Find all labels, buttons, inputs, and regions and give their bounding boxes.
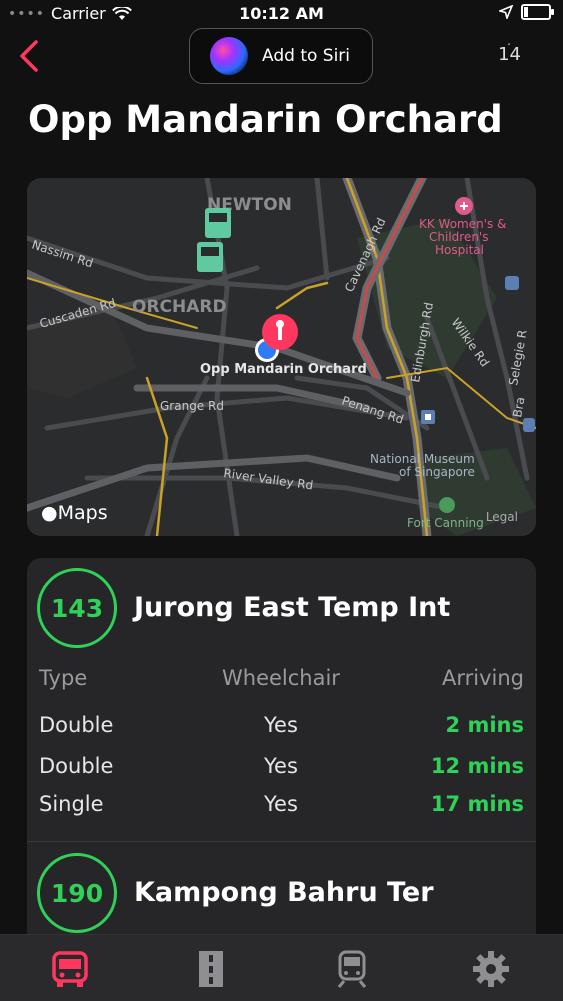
arrival-time: 12 mins <box>430 754 524 778</box>
maps-logo-label: Maps <box>57 502 108 524</box>
route-destination: Jurong East Temp Int <box>134 592 451 623</box>
road-icon[interactable] <box>191 949 231 989</box>
gear-icon[interactable] <box>471 949 511 989</box>
location-arrow-icon <box>499 5 513 19</box>
bus-type: Double <box>39 713 114 737</box>
map-label-kk1: KK Women's & <box>419 217 506 231</box>
add-to-siri-label: Add to Siri <box>262 46 351 66</box>
row-divider <box>27 841 536 842</box>
back-chevron-icon[interactable] <box>14 36 44 76</box>
battery-icon <box>521 4 554 20</box>
top-bar: Add to Siri . 14 <box>0 26 563 88</box>
page-title: Opp Mandarin Orchard <box>28 98 503 141</box>
column-header-wheelchair: Wheelchair <box>222 666 340 690</box>
wheelchair-status: Yes <box>264 792 298 816</box>
bus-type: Single <box>39 792 104 816</box>
tab-bar <box>0 934 563 1001</box>
apple-logo-icon: ● <box>41 502 58 524</box>
wheelchair-status: Yes <box>264 754 298 778</box>
map-label-kk2: Children's <box>429 230 488 244</box>
apple-maps-logo: ●Maps <box>41 502 108 524</box>
museum-icon <box>421 410 435 424</box>
train-icon[interactable] <box>332 949 372 989</box>
map-label-orchard: ORCHARD <box>132 297 227 317</box>
map-label-stop: Opp Mandarin Orchard <box>200 362 367 377</box>
map-label-grange: Grange Rd <box>160 399 224 413</box>
add-to-siri-button[interactable]: Add to Siri <box>189 28 373 84</box>
map-label-museum2: of Singapore <box>399 465 475 479</box>
park-icon <box>439 497 455 513</box>
route-destination: Kampong Bahru Ter <box>134 877 434 908</box>
column-header-type: Type <box>39 666 88 690</box>
hospital-icon <box>455 197 473 215</box>
selected-stop-pin-icon[interactable] <box>262 314 298 350</box>
service-row-190[interactable]: 190 Kampong Bahru Ter <box>27 853 536 943</box>
map-view[interactable]: NEWTON ORCHARD Nassim Rd Cuscaden Rd Cav… <box>27 178 536 536</box>
bus-icon[interactable] <box>50 949 90 989</box>
legal-link[interactable]: Legal <box>486 510 518 524</box>
service-row-143[interactable]: 143 Jurong East Temp Int <box>27 568 536 658</box>
route-number-badge: 143 <box>37 568 117 648</box>
countdown-dot-icon: . <box>507 34 511 48</box>
map-label-kk3: Hospital <box>435 243 484 257</box>
map-canvas[interactable]: NEWTON ORCHARD Nassim Rd Cuscaden Rd Cav… <box>27 178 536 536</box>
column-header-arriving: Arriving <box>441 666 524 690</box>
arrival-time: 17 mins <box>430 792 524 816</box>
route-number-badge: 190 <box>37 853 117 933</box>
refresh-countdown: . 14 <box>498 34 521 65</box>
map-label-museum1: National Museum <box>370 452 475 466</box>
siri-icon <box>210 37 248 75</box>
arrival-time: 2 mins <box>445 713 524 737</box>
wheelchair-status: Yes <box>264 713 298 737</box>
status-time: 10:12 AM <box>239 4 324 23</box>
map-label-fort-canning: Fort Canning <box>407 516 484 530</box>
bus-type: Double <box>39 754 114 778</box>
